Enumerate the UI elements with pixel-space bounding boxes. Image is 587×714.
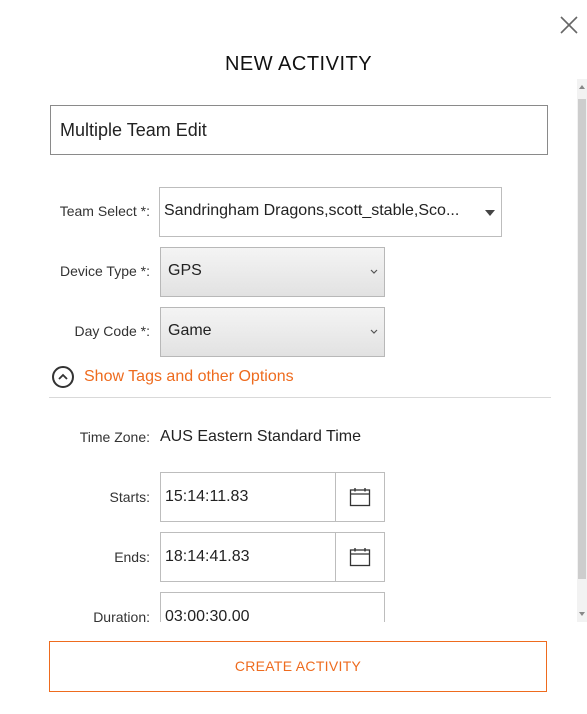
starts-input[interactable]: 15:14:11.83 bbox=[160, 472, 336, 522]
ends-input[interactable]: 18:14:41.83 bbox=[160, 532, 336, 582]
time-zone-label: Time Zone: bbox=[79, 429, 150, 445]
day-code-value: Game bbox=[168, 322, 212, 339]
section-divider bbox=[49, 397, 551, 398]
scroll-up-icon[interactable] bbox=[579, 85, 585, 89]
ends-label: Ends: bbox=[114, 549, 150, 565]
close-icon[interactable] bbox=[558, 14, 580, 36]
day-code-select[interactable]: Game bbox=[160, 307, 385, 357]
scroll-down-icon[interactable] bbox=[579, 612, 585, 616]
chevron-up-icon bbox=[52, 366, 74, 388]
device-type-select[interactable]: GPS bbox=[160, 247, 385, 297]
duration-input[interactable]: 03:00:30.00 bbox=[160, 592, 385, 622]
team-select-dropdown[interactable]: Sandringham Dragons,scott_stable,Sco... bbox=[159, 187, 502, 237]
duration-label: Duration: bbox=[93, 609, 150, 622]
form-scroll-area: Team Select *: Sandringham Dragons,scott… bbox=[0, 170, 587, 622]
show-tags-toggle[interactable]: Show Tags and other Options bbox=[52, 366, 294, 388]
dialog-title: NEW ACTIVITY bbox=[224, 53, 373, 75]
starts-label: Starts: bbox=[109, 489, 150, 505]
scrollbar-thumb[interactable] bbox=[578, 99, 586, 579]
starts-value: 15:14:11.83 bbox=[165, 488, 249, 505]
device-type-value: GPS bbox=[168, 262, 202, 279]
ends-value: 18:14:41.83 bbox=[165, 548, 250, 565]
form-scrollbar[interactable] bbox=[577, 79, 587, 622]
device-type-label: Device Type *: bbox=[59, 263, 150, 279]
team-select-value: Sandringham Dragons,scott_stable,Sco... bbox=[164, 202, 460, 219]
duration-value: 03:00:30.00 bbox=[165, 608, 250, 622]
ends-calendar-button[interactable] bbox=[335, 532, 385, 582]
activity-name-input[interactable]: Multiple Team Edit bbox=[50, 105, 548, 155]
team-select-label: Team Select *: bbox=[59, 203, 150, 219]
create-activity-button[interactable]: CREATE ACTIVITY bbox=[49, 641, 547, 692]
chevron-down-icon bbox=[370, 269, 378, 274]
calendar-icon bbox=[349, 548, 371, 567]
caret-down-icon bbox=[485, 210, 495, 216]
day-code-label: Day Code *: bbox=[74, 323, 150, 339]
chevron-down-icon bbox=[370, 329, 378, 334]
show-tags-link: Show Tags and other Options bbox=[84, 368, 294, 385]
time-zone-value: AUS Eastern Standard Time bbox=[160, 428, 361, 445]
calendar-icon bbox=[349, 488, 371, 507]
starts-calendar-button[interactable] bbox=[335, 472, 385, 522]
